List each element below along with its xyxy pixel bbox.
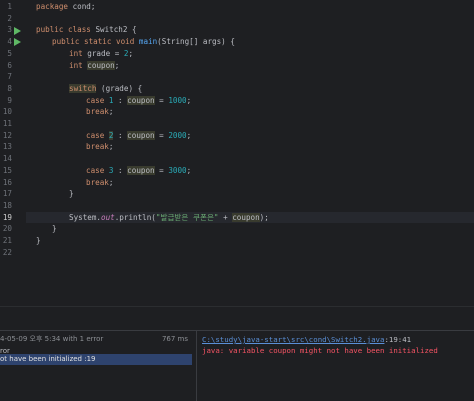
code-line: case 1 : coupon = 1000;: [86, 95, 192, 105]
build-output: C:\study\java-start\src\cond\Switch2.jav…: [200, 331, 474, 401]
line-number: 8: [7, 83, 12, 93]
line-number: 13: [2, 142, 12, 152]
line-number: 20: [2, 224, 12, 234]
run-main-icon[interactable]: [14, 38, 21, 47]
error-item-label: ot have been initialized :19: [0, 355, 96, 363]
code-line: }: [52, 224, 57, 234]
line-number: 7: [7, 72, 12, 82]
line-number: 17: [2, 189, 12, 199]
line-number: 11: [2, 119, 12, 128]
line-number: 18: [2, 200, 12, 210]
line-number: 12: [2, 130, 12, 140]
code-line: break;: [86, 107, 114, 117]
build-duration: 767 ms: [161, 335, 188, 343]
line-number: 2: [7, 13, 12, 23]
code-line: int grade = 2;: [69, 48, 134, 58]
line-number: 3: [7, 25, 12, 35]
error-position: :19:41: [384, 335, 412, 344]
line-number-gutter: 1 2 3 4 5 6 7 8 9 10 11 12 13 14 15 16 1…: [0, 0, 26, 306]
build-tool-window: 4-05-09 오후 5:34 with 1 error 767 ms ror …: [0, 330, 474, 401]
code-line: public class Switch2 {: [36, 25, 137, 35]
build-summary: 4-05-09 오후 5:34 with 1 error: [0, 335, 104, 343]
code-line: switch (grade) {: [69, 83, 143, 93]
code-line: public static void main(String[] args) {: [52, 37, 235, 47]
line-number-current: 19: [2, 212, 12, 222]
line-number: 6: [7, 60, 12, 70]
line-number: 4: [7, 37, 12, 47]
code-line: }: [36, 236, 41, 245]
code-line: break;: [86, 142, 114, 152]
code-line: break;: [86, 177, 114, 187]
error-file-link[interactable]: C:\study\java-start\src\cond\Switch2.jav…: [202, 335, 384, 344]
code-line: }: [69, 189, 74, 199]
code-line: case 2 : coupon = 2000;: [86, 130, 192, 140]
error-message: java: variable coupon might not have bee…: [202, 346, 438, 355]
error-item-selected[interactable]: ot have been initialized :19: [0, 354, 192, 365]
code-line: System.out.println("발급받은 쿠폰은" + coupon);: [69, 212, 269, 222]
panel-splitter[interactable]: [0, 306, 474, 331]
line-number: 21: [2, 236, 12, 245]
build-tree[interactable]: 4-05-09 오후 5:34 with 1 error 767 ms ror …: [0, 331, 197, 401]
run-class-icon[interactable]: [14, 26, 21, 35]
line-number: 15: [2, 165, 12, 175]
coupon-declaration: coupon: [87, 60, 115, 70]
line-number: 16: [2, 177, 12, 187]
line-number: 22: [2, 247, 12, 257]
line-number: 9: [7, 95, 12, 105]
line-number: 14: [2, 154, 12, 164]
code-line: package cond;: [36, 2, 96, 11]
line-number: 10: [2, 107, 12, 117]
build-summary-row[interactable]: 4-05-09 오후 5:34 with 1 error 767 ms: [0, 333, 192, 345]
line-number: 5: [7, 48, 12, 58]
line-number: 1: [7, 2, 12, 11]
error-location-line: C:\study\java-start\src\cond\Switch2.jav…: [202, 334, 411, 345]
code-line: int coupon;: [69, 60, 120, 70]
code-line: case 3 : coupon = 3000;: [86, 165, 192, 175]
code-editor[interactable]: 1 2 3 4 5 6 7 8 9 10 11 12 13 14 15 16 1…: [0, 0, 474, 306]
